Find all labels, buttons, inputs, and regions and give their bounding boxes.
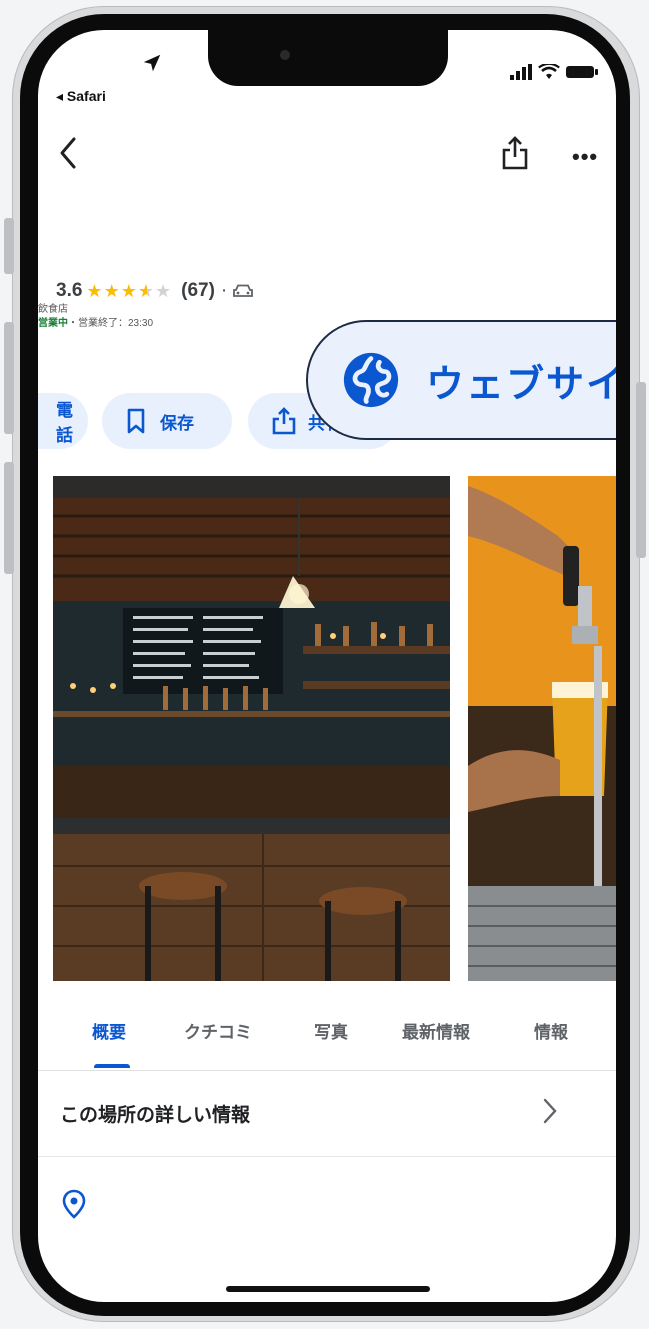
share-icon [272,407,296,435]
back-arrow-icon[interactable] [56,135,82,171]
more-options-icon[interactable]: ••• [572,144,598,170]
power-button [636,382,646,558]
star-full-icon: ★ [86,281,103,301]
place-details-row[interactable]: この場所の詳しい情報 [38,1070,616,1157]
call-label: 電話 [56,401,73,445]
place-tabs: 概要 クチコミ 写真 最新情報 情報 [38,1012,616,1071]
location-pin-icon [62,1189,86,1219]
separator: · [220,280,228,301]
front-camera [280,50,290,60]
website-button[interactable]: ウェブサイト [306,320,616,440]
bar-interior-image [53,476,450,981]
open-status: 営業中 [38,318,68,329]
globe-icon [343,352,399,408]
bar-interior-photo[interactable] [53,476,450,981]
rating-row[interactable]: 3.6 ★ ★ ★ ★ ★ (67) · [38,280,254,302]
tab-overview[interactable]: 概要 [92,1018,126,1043]
place-category: 飲食店 [38,304,68,315]
star-empty-icon: ★ [154,281,172,301]
place-details-label: この場所の詳しい情報 [60,1105,251,1126]
star-rating: ★ ★ ★ ★ ★ [86,282,171,300]
phone-screen: ◂ Safari ••• 3.6 ★ ★ ★ ★ ★ (67) · 飲食店 営業… [38,30,616,1302]
star-full-icon: ★ [120,281,137,301]
mute-switch [4,218,14,274]
back-to-safari-link[interactable]: ◂ Safari [56,88,106,105]
location-arrow-icon [143,54,161,72]
volume-up-button [4,322,14,434]
wifi-icon [538,64,560,79]
star-full-icon: ★ [103,281,120,301]
rating-value: 3.6 [56,280,83,301]
active-tab-indicator [94,1064,130,1068]
car-icon [233,284,254,297]
bookmark-icon [127,408,145,434]
tab-reviews[interactable]: クチコミ [184,1018,252,1043]
opening-hours[interactable]: 営業中・営業終了：23:30 [38,314,153,329]
share-icon[interactable] [500,135,530,171]
beer-pour-photo[interactable] [468,476,616,981]
notch [208,30,448,86]
volume-down-button [4,462,14,574]
closing-time: ・営業終了：23:30 [68,318,154,329]
call-button[interactable]: 電話 [38,393,88,449]
save-label: 保存 [160,413,194,433]
status-icons [510,64,598,80]
save-button[interactable]: 保存 [102,393,232,449]
tab-about[interactable]: 情報 [534,1018,568,1043]
beer-pour-image [468,476,616,981]
website-label: ウェブサイト [425,363,616,406]
chevron-right-icon [543,1098,557,1124]
review-count: (67) [181,280,215,301]
tab-photos[interactable]: 写真 [314,1018,348,1043]
star-half-icon: ★ [137,281,154,301]
tab-updates[interactable]: 最新情報 [402,1018,470,1043]
signal-icon [510,64,532,80]
battery-icon [566,66,598,78]
home-indicator[interactable] [226,1286,430,1292]
